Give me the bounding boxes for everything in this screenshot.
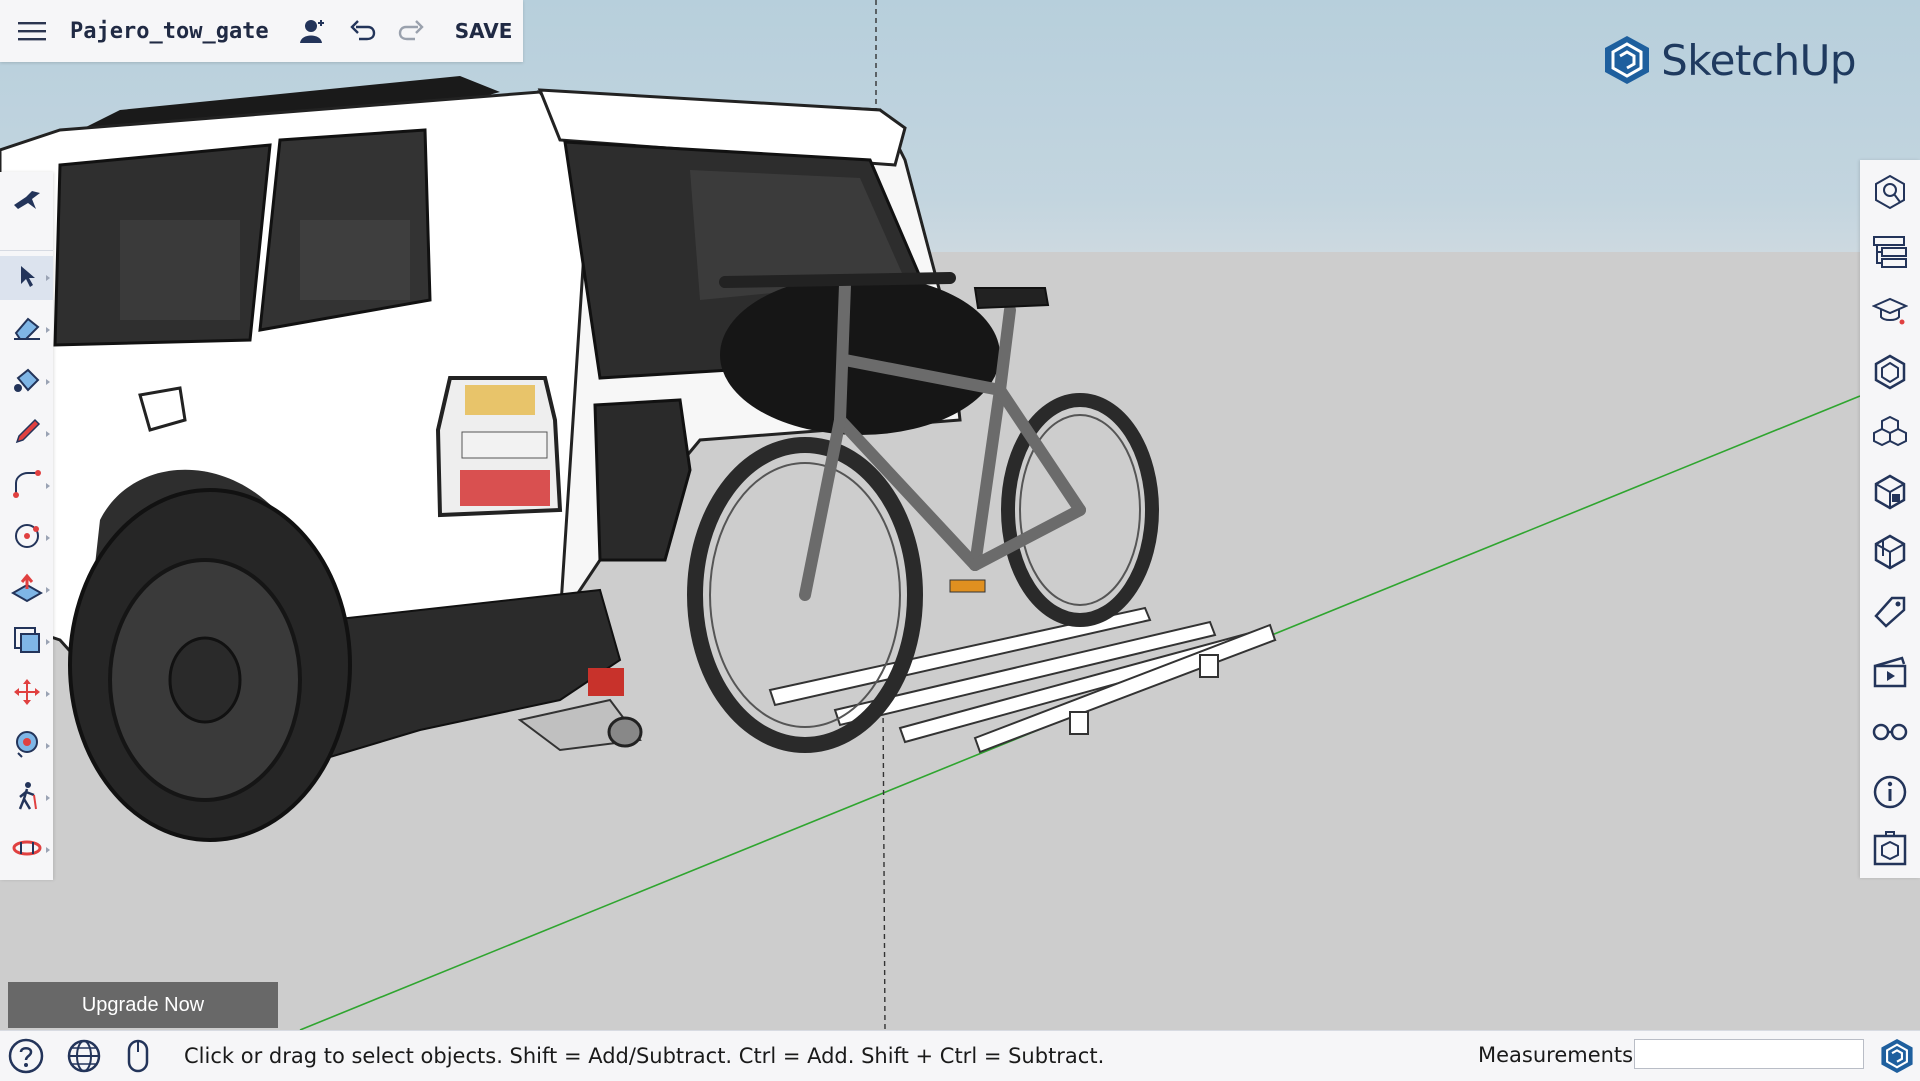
outliner-icon	[1872, 234, 1908, 275]
instructor-icon	[1871, 294, 1909, 335]
model-info-button[interactable]	[1860, 826, 1920, 874]
3d-warehouse-icon	[1872, 534, 1908, 575]
paint-bucket-tool-icon	[12, 366, 42, 399]
blue-axis-lower	[882, 699, 886, 1030]
arc-tool-icon	[12, 469, 42, 504]
search-tool[interactable]	[0, 180, 53, 224]
components-button[interactable]	[1860, 350, 1920, 398]
top-toolbar: Pajero_tow_gate SAVE	[0, 0, 523, 62]
3d-warehouse-button[interactable]	[1860, 530, 1920, 578]
undo-icon[interactable]	[349, 17, 377, 45]
model-info-icon	[1872, 830, 1908, 871]
status-hint-text: Click or drag to select objects. Shift =…	[184, 1044, 1105, 1068]
push-pull-tool-icon	[10, 573, 43, 608]
scenes-icon	[1872, 654, 1908, 695]
status-bar: Click or drag to select objects. Shift =…	[0, 1030, 1920, 1081]
measurements-label: Measurements	[1478, 1043, 1634, 1067]
display-icon	[1871, 722, 1909, 747]
menu-icon[interactable]	[18, 17, 46, 45]
styles-icon	[1872, 474, 1908, 515]
tool-palette	[0, 172, 53, 880]
walk-tool[interactable]	[0, 776, 53, 820]
redo-icon[interactable]	[397, 17, 425, 45]
panel-tray	[1860, 160, 1920, 878]
sketchup-logo-icon	[1605, 36, 1650, 84]
section-plane-tool-icon	[11, 835, 43, 866]
sketchup-status-icon	[1880, 1037, 1914, 1080]
display-button[interactable]	[1860, 710, 1920, 758]
measurements-input[interactable]	[1634, 1039, 1864, 1069]
walk-tool-icon	[14, 781, 40, 816]
instructor-button[interactable]	[1860, 290, 1920, 338]
offset-tool[interactable]	[0, 620, 53, 664]
search-tool-icon	[12, 187, 42, 218]
styles-button[interactable]	[1860, 470, 1920, 518]
add-collaborator-icon[interactable]	[299, 17, 327, 45]
save-button[interactable]: SAVE	[455, 19, 513, 43]
components-icon	[1872, 354, 1908, 395]
3d-viewport[interactable]	[0, 0, 1920, 1030]
info-button[interactable]	[1860, 770, 1920, 818]
offset-tool-icon	[12, 625, 42, 660]
pencil-line-tool[interactable]	[0, 412, 53, 456]
select-tool[interactable]	[0, 256, 53, 300]
globe-icon[interactable]	[64, 1036, 104, 1076]
brand-name: SketchUp	[1661, 35, 1856, 85]
section-plane-tool[interactable]	[0, 828, 53, 872]
orbit-tool[interactable]	[0, 724, 53, 768]
outliner-button[interactable]	[1860, 230, 1920, 278]
orbit-tool-icon	[12, 729, 42, 764]
eraser-tool[interactable]	[0, 308, 53, 352]
entity-info-icon	[1872, 174, 1908, 215]
eraser-tool-icon	[12, 315, 42, 346]
entity-info-button[interactable]	[1860, 170, 1920, 218]
arc-tool[interactable]	[0, 464, 53, 508]
mouse-icon[interactable]	[118, 1036, 158, 1076]
materials-button[interactable]	[1860, 410, 1920, 458]
sketchup-logo: SketchUp	[1603, 34, 1856, 86]
pencil-line-tool-icon	[13, 418, 41, 451]
document-title[interactable]: Pajero_tow_gate	[70, 19, 269, 44]
move-tool[interactable]	[0, 672, 53, 716]
move-tool-icon	[12, 677, 42, 712]
info-icon	[1872, 774, 1908, 815]
scenes-button[interactable]	[1860, 650, 1920, 698]
tags-icon	[1872, 594, 1908, 635]
materials-icon	[1872, 414, 1908, 455]
push-pull-tool[interactable]	[0, 568, 53, 612]
model-scene[interactable]	[0, 0, 1920, 1030]
paint-bucket-tool[interactable]	[0, 360, 53, 404]
circle-tool-icon	[12, 521, 42, 556]
circle-tool[interactable]	[0, 516, 53, 560]
tags-button[interactable]	[1860, 590, 1920, 638]
select-tool-icon	[17, 264, 37, 293]
help-icon[interactable]	[6, 1036, 46, 1076]
upgrade-now-button[interactable]: Upgrade Now	[8, 982, 278, 1028]
